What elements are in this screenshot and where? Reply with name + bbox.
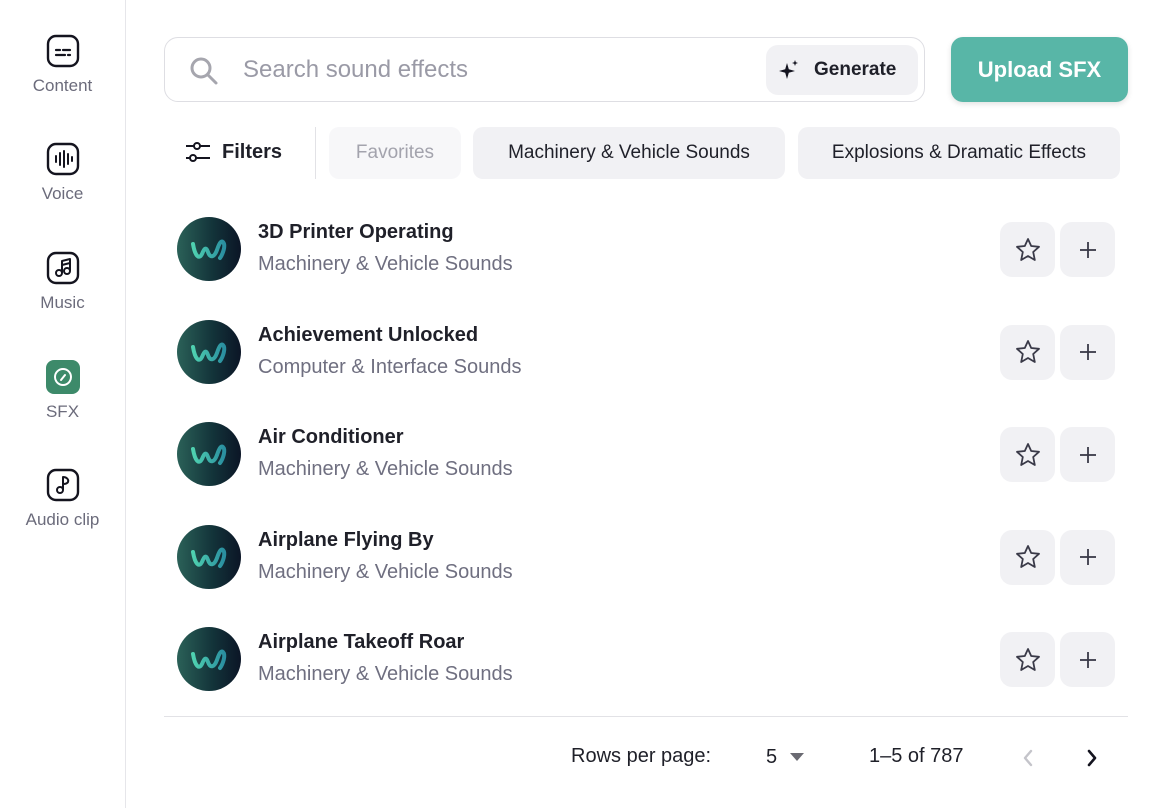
sound-category: Machinery & Vehicle Sounds [258, 663, 513, 685]
sidebar-item-voice[interactable]: Voice [0, 142, 125, 204]
sidebar-item-music[interactable]: Music [0, 251, 125, 313]
rows-per-page-select[interactable]: 5 [766, 743, 805, 771]
sidebar: Content Voice Music SFX Audio clip [0, 0, 126, 808]
sound-title: 3D Printer Operating [258, 221, 454, 243]
add-button[interactable] [1060, 427, 1115, 482]
divider [315, 127, 316, 179]
audio-clip-icon [46, 468, 80, 502]
sound-thumbnail[interactable] [177, 217, 241, 281]
sound-row[interactable]: Airplane Flying By Machinery & Vehicle So… [164, 524, 1128, 625]
rows-per-page-label: Rows per page: [571, 745, 712, 767]
sound-thumbnail[interactable] [177, 422, 241, 486]
star-icon [1015, 237, 1040, 261]
sound-title: Air Conditioner [258, 426, 404, 448]
add-button[interactable] [1060, 222, 1115, 277]
plus-icon [1079, 241, 1096, 258]
filters-button[interactable]: Filters [184, 133, 282, 171]
add-button[interactable] [1060, 324, 1115, 380]
sfx-dial-icon [45, 360, 80, 394]
sound-title: Airplane Takeoff Roar [258, 631, 465, 653]
waveform-logo-icon [191, 649, 227, 670]
favorite-button[interactable] [1000, 529, 1055, 585]
star-icon [1015, 545, 1040, 568]
caret-down-icon [790, 753, 805, 761]
favorite-button[interactable] [1000, 632, 1055, 687]
sidebar-item-label: Music [40, 293, 85, 312]
search-input[interactable] [243, 48, 753, 92]
chevron-right-icon [1087, 749, 1097, 767]
sound-category: Machinery & Vehicle Sounds [258, 253, 513, 275]
rows-per-page-value: 5 [766, 745, 778, 768]
sound-title: Achievement Unlocked [258, 323, 479, 346]
chip-favorites[interactable]: Favorites [329, 127, 461, 179]
sound-category: Computer & Interface Sounds [258, 355, 522, 378]
sidebar-item-sfx[interactable]: SFX [0, 360, 125, 422]
plus-icon [1079, 446, 1096, 463]
sound-thumbnail[interactable] [177, 319, 241, 384]
sound-title: Airplane Flying By [258, 528, 434, 551]
sparkle-icon [779, 60, 798, 79]
star-icon [1015, 340, 1040, 363]
sound-row[interactable]: Air Conditioner Machinery & Vehicle Sound… [164, 422, 1128, 522]
upload-sfx-button[interactable]: Upload SFX [951, 37, 1128, 102]
add-button[interactable] [1060, 632, 1115, 687]
plus-icon [1079, 549, 1096, 565]
waveform-logo-icon [191, 239, 227, 260]
waveform-logo-icon [191, 547, 227, 568]
chevron-left-icon [1023, 749, 1033, 767]
sound-category: Machinery & Vehicle Sounds [258, 458, 513, 480]
star-icon [1015, 647, 1040, 671]
subtitles-icon [46, 34, 80, 68]
sound-row[interactable]: Airplane Takeoff Roar Machinery & Vehicle… [164, 627, 1128, 727]
favorite-button[interactable] [1000, 222, 1055, 277]
plus-icon [1079, 651, 1096, 668]
waveform-icon [46, 142, 80, 176]
sound-row[interactable]: Achievement Unlocked Computer & Interface… [164, 319, 1128, 420]
previous-page-button[interactable] [1014, 744, 1042, 772]
chip-explosions-dramatic[interactable]: Explosions & Dramatic Effects [798, 127, 1120, 179]
sound-thumbnail[interactable] [177, 627, 241, 691]
sidebar-item-label: SFX [45, 402, 80, 421]
favorite-button[interactable] [1000, 324, 1055, 380]
chip-machinery-vehicle[interactable]: Machinery & Vehicle Sounds [473, 127, 785, 179]
favorite-button[interactable] [1000, 427, 1055, 482]
sidebar-item-label: Content [32, 76, 93, 95]
add-button[interactable] [1060, 529, 1115, 585]
search-icon [189, 56, 219, 86]
search-bar: Generate [164, 37, 925, 102]
plus-icon [1079, 344, 1096, 360]
music-note-icon [46, 251, 80, 285]
waveform-logo-icon [191, 444, 227, 465]
sound-row[interactable]: 3D Printer Operating Machinery & Vehicle … [164, 217, 1128, 317]
sidebar-item-label: Voice [41, 184, 84, 203]
sidebar-item-content[interactable]: Content [0, 34, 125, 96]
sound-category: Machinery & Vehicle Sounds [258, 560, 513, 583]
generate-label: Generate [814, 59, 897, 80]
sidebar-item-label: Audio clip [25, 510, 100, 529]
page-range: 1–5 of 787 [869, 745, 964, 767]
next-page-button[interactable] [1078, 744, 1106, 772]
sliders-icon [186, 142, 210, 162]
divider [164, 716, 1128, 717]
generate-button[interactable]: Generate [766, 45, 918, 95]
waveform-logo-icon [191, 342, 227, 363]
filters-label: Filters [222, 140, 283, 163]
sidebar-item-audio-clip[interactable]: Audio clip [0, 468, 125, 530]
sound-thumbnail[interactable] [177, 524, 241, 589]
star-icon [1015, 442, 1040, 466]
